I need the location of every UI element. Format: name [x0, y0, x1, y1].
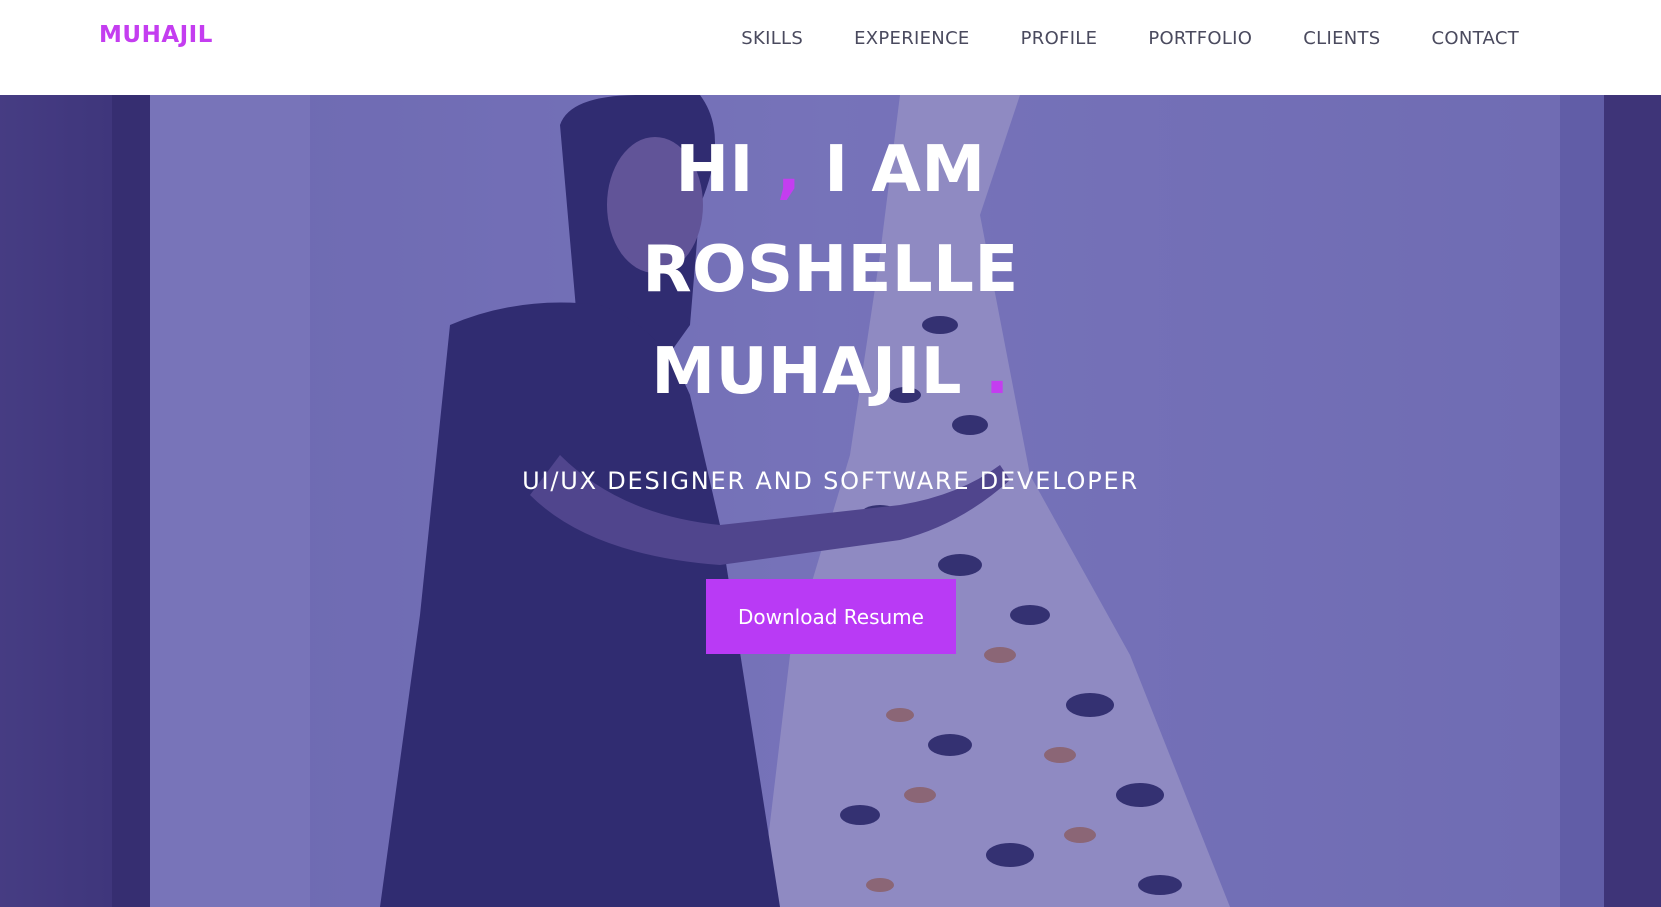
headline-comma: , [776, 133, 802, 207]
headline-last-name: MUHAJIL [651, 335, 985, 409]
hero-headline-line3: MUHAJIL . [0, 340, 1661, 404]
nav-link-portfolio[interactable]: PORTFOLIO [1148, 28, 1252, 49]
navbar: MUHAJIL SKILLS EXPERIENCE PROFILE PORTFO… [0, 0, 1661, 95]
nav-item-skills: SKILLS [741, 28, 803, 49]
nav-item-portfolio: PORTFOLIO [1148, 28, 1252, 49]
nav-menu: SKILLS EXPERIENCE PROFILE PORTFOLIO CLIE… [690, 28, 1519, 49]
nav-item-clients: CLIENTS [1303, 28, 1380, 49]
headline-i-am: I AM [801, 133, 986, 207]
hero-section: HI , I AM ROSHELLE MUHAJIL . UI/UX DESIG… [0, 95, 1661, 907]
nav-item-profile: PROFILE [1021, 28, 1098, 49]
nav-link-clients[interactable]: CLIENTS [1303, 28, 1380, 49]
hero-headline-line2: ROSHELLE [0, 238, 1661, 302]
download-resume-button[interactable]: Download Resume [706, 579, 956, 654]
headline-first-name: ROSHELLE [642, 233, 1019, 307]
headline-greeting: HI [675, 133, 777, 207]
headline-dot: . [984, 335, 1010, 409]
nav-link-contact[interactable]: CONTACT [1432, 28, 1519, 49]
nav-link-experience[interactable]: EXPERIENCE [854, 28, 970, 49]
hero-overlay [0, 95, 1661, 907]
brand-logo[interactable]: MUHAJIL [99, 22, 213, 48]
hero-subtitle: UI/UX DESIGNER AND SOFTWARE DEVELOPER [522, 467, 1139, 495]
nav-item-contact: CONTACT [1432, 28, 1519, 49]
nav-link-skills[interactable]: SKILLS [741, 28, 803, 49]
nav-link-profile[interactable]: PROFILE [1021, 28, 1098, 49]
nav-item-experience: EXPERIENCE [854, 28, 970, 49]
hero-headline-line1: HI , I AM [0, 138, 1661, 202]
